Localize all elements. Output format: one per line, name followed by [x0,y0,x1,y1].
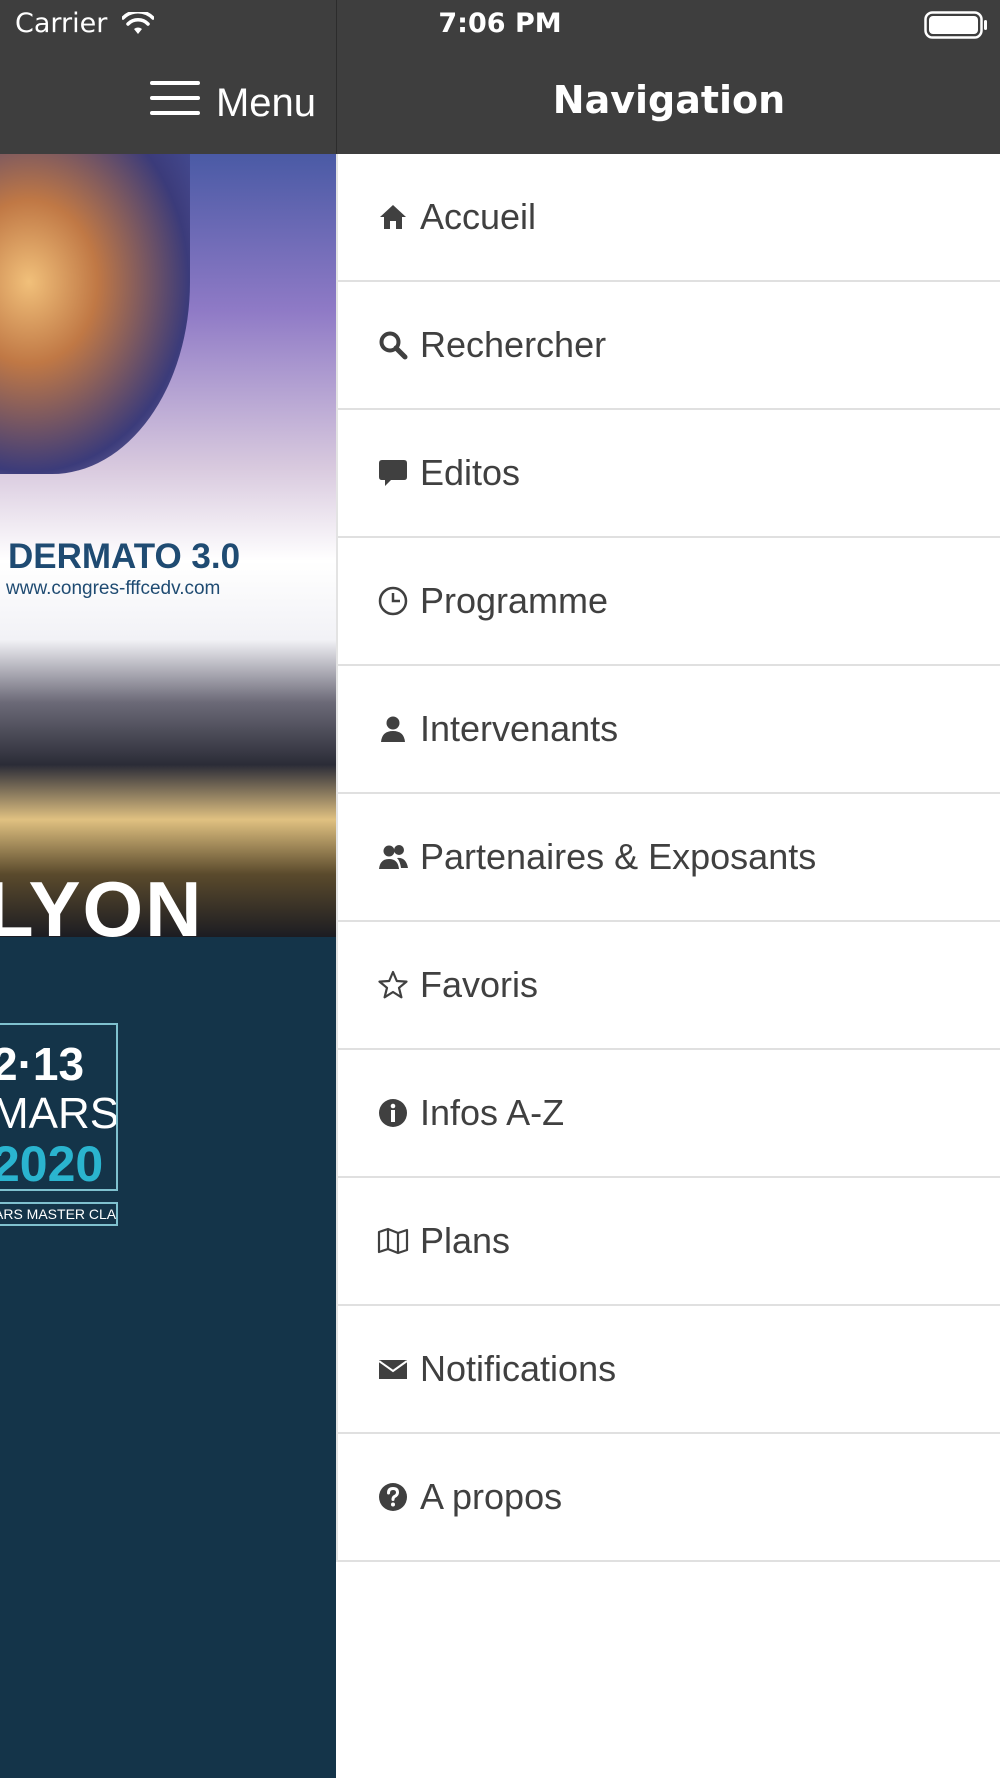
nav-item-label: Intervenants [420,708,619,749]
date-year: 2020 [0,1136,104,1191]
hero-banner: DERMATO 3.0 www.congres-fffcedv.com LYON [0,154,336,953]
date-month: MARS [0,1089,118,1138]
nav-item-label: A propos [420,1476,563,1517]
status-time: 7:06 PM [438,8,562,39]
nav-item-accueil[interactable]: Accueil [338,154,1000,282]
nav-item-notifications[interactable]: Notifications [338,1306,1000,1434]
navigation-drawer: Navigation Accueil Rechercher Editos Pro… [336,0,1000,1778]
nav-item-favoris[interactable]: Favoris [338,922,1000,1050]
map-icon [376,1224,410,1258]
nav-item-label: Rechercher [420,324,607,365]
date-days: 2·13 [0,1038,85,1090]
nav-item-label: Programme [420,580,609,621]
nav-item-programme[interactable]: Programme [338,538,1000,666]
star-icon [376,968,410,1002]
main-content: Menu DERMATO 3.0 www.congres-fffcedv.com… [0,0,336,1778]
nav-item-label: Notifications [420,1348,617,1389]
nav-item-label: Editos [420,452,521,493]
hero-face-image [0,154,190,474]
status-bar: Carrier 7:06 PM [0,0,1000,50]
info-icon [376,1096,410,1130]
nav-item-rechercher[interactable]: Rechercher [338,282,1000,410]
nav-item-label: Favoris [420,964,539,1005]
hero-city: LYON [0,865,204,953]
hero-title: DERMATO 3.0 [8,537,241,576]
nav-item-label: Infos A-Z [420,1092,565,1133]
nav-item-intervenants[interactable]: Intervenants [338,666,1000,794]
nav-item-plans[interactable]: Plans [338,1178,1000,1306]
clock-icon [376,584,410,618]
nav-item-label: Partenaires & Exposants [420,836,817,877]
nav-list: Accueil Rechercher Editos Programme Inte… [336,154,1000,1562]
nav-item-label: Plans [420,1220,511,1261]
event-date-box: 2·13 MARS 2020 [0,1023,118,1191]
hero-url: www.congres-fffcedv.com [6,578,221,599]
menu-label: Menu [215,80,316,125]
master-class-label: ARS MASTER CLASS [0,1202,118,1226]
nav-item-partenaires[interactable]: Partenaires & Exposants [338,794,1000,922]
nav-item-a-propos[interactable]: A propos [338,1434,1000,1562]
users-icon [376,840,410,874]
nav-item-label: Accueil [420,196,537,237]
battery-icon [924,11,988,46]
question-icon [376,1480,410,1514]
envelope-icon [376,1352,410,1386]
nav-item-infos[interactable]: Infos A-Z [338,1050,1000,1178]
hamburger-icon [149,80,200,126]
search-icon [376,328,410,362]
user-icon [376,712,410,746]
drawer-title: Navigation [552,78,786,122]
home-icon [376,200,410,234]
menu-button[interactable]: Menu [149,78,316,128]
speech-bubble-icon [376,456,410,490]
nav-item-editos[interactable]: Editos [338,410,1000,538]
